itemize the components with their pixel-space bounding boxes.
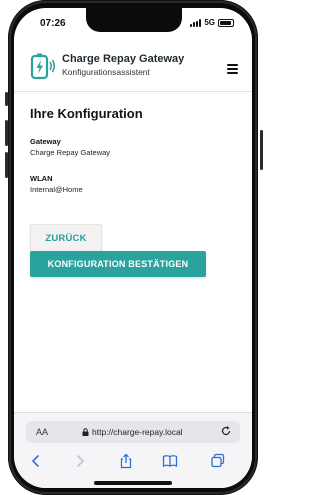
reload-icon[interactable] [220, 425, 232, 437]
lock-icon [82, 428, 89, 436]
back-arrow-icon[interactable] [28, 453, 44, 469]
forward-arrow-icon[interactable] [72, 453, 88, 469]
app-header: Charge Repay Gateway Konfigurationsassis… [14, 40, 252, 92]
phone-screen: 07:26 5G Charge Repay Gateway Konfigurat… [14, 8, 252, 488]
status-bar: 07:26 5G [14, 8, 252, 40]
home-indicator [94, 481, 172, 485]
wlan-value: Internal@Home [30, 185, 83, 194]
page-title: Ihre Konfiguration [30, 106, 143, 121]
browser-toolbar: AA http://charge-repay.local [14, 412, 252, 488]
network-label: 5G [204, 18, 215, 27]
gateway-label: Gateway [30, 137, 61, 146]
silent-switch [5, 92, 8, 106]
back-button[interactable]: ZURÜCK [30, 224, 102, 252]
wlan-label: WLAN [30, 174, 53, 183]
logo-icon [30, 53, 56, 80]
browser-nav [14, 449, 252, 473]
wlan-field: WLAN Internal@Home [30, 174, 240, 194]
app-title: Charge Repay Gateway [62, 53, 185, 65]
power-button [260, 130, 263, 170]
notch [86, 8, 182, 32]
status-indicators: 5G [190, 18, 234, 27]
reader-settings-button[interactable]: AA [36, 427, 48, 437]
signal-icon [190, 18, 202, 27]
tabs-icon[interactable] [210, 453, 226, 469]
app-subtitle: Konfigurationsassistent [62, 67, 150, 77]
gateway-value: Charge Repay Gateway [30, 148, 111, 157]
battery-icon [218, 18, 234, 27]
volume-up-button [5, 120, 8, 146]
menu-icon[interactable] [227, 64, 238, 74]
address-bar[interactable]: AA http://charge-repay.local [26, 421, 240, 443]
configuration-summary: Ihre Konfiguration Gateway Charge Repay … [30, 106, 240, 211]
volume-down-button [5, 152, 8, 178]
confirm-configuration-button[interactable]: KONFIGURATION BESTÄTIGEN [30, 251, 206, 277]
status-time: 07:26 [40, 18, 66, 29]
url-text[interactable]: http://charge-repay.local [92, 427, 183, 437]
share-icon[interactable] [118, 453, 134, 469]
gateway-field: Gateway Charge Repay Gateway [30, 137, 240, 157]
bookmarks-icon[interactable] [162, 453, 178, 469]
